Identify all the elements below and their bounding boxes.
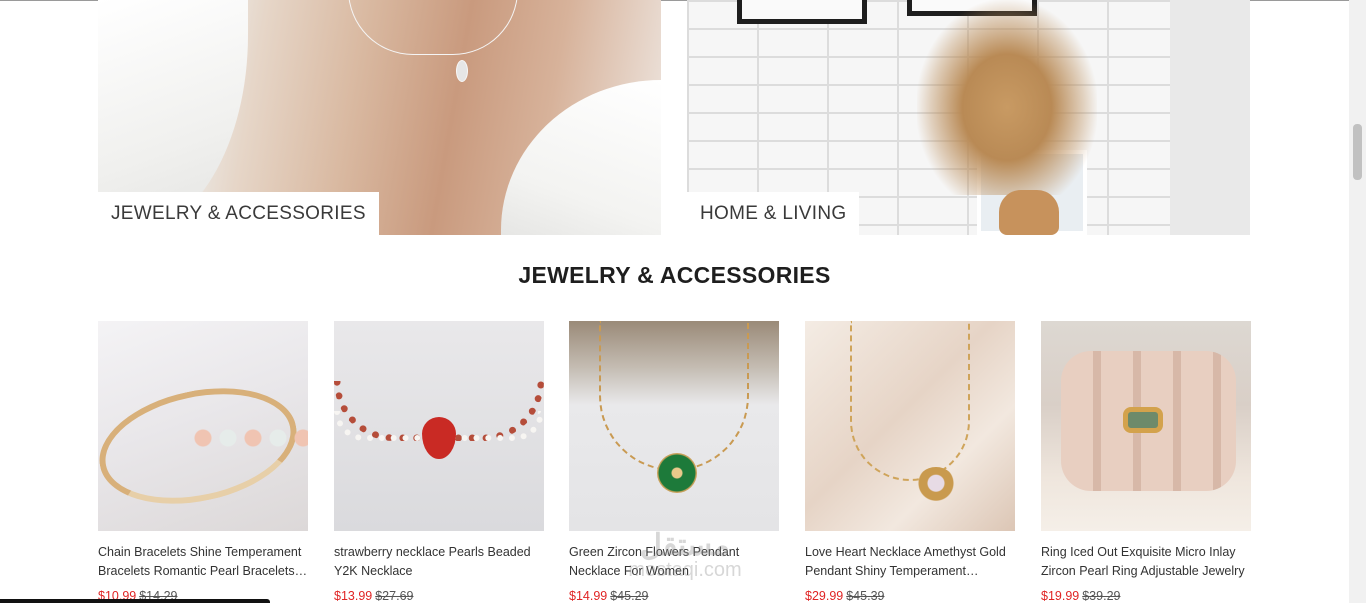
product-image[interactable] bbox=[334, 321, 544, 531]
product-price: $14.99 bbox=[569, 589, 608, 603]
flower-pendant-image bbox=[657, 453, 697, 493]
product-price: $19.99 bbox=[1041, 589, 1080, 603]
product-prices: $14.99 $45.29 bbox=[569, 588, 779, 603]
product-title[interactable]: strawberry necklace Pearls Beaded Y2K Ne… bbox=[334, 543, 544, 581]
heart-pendant-image bbox=[917, 467, 955, 503]
banner-image-wall bbox=[1170, 0, 1250, 235]
product-card[interactable]: Love Heart Necklace Amethyst Gold Pendan… bbox=[805, 321, 1015, 603]
banner-image-dried-grass bbox=[917, 0, 1097, 195]
watermark-url: mostaqi.com bbox=[628, 559, 742, 581]
page-scrollbar[interactable] bbox=[1349, 0, 1366, 603]
product-image[interactable] bbox=[805, 321, 1015, 531]
product-old-price: $27.69 bbox=[375, 589, 414, 603]
watermark-logo: مستقل bbox=[640, 529, 730, 562]
ring-image bbox=[1123, 407, 1163, 433]
product-image[interactable] bbox=[569, 321, 779, 531]
banner-image-vase bbox=[999, 190, 1059, 235]
category-banner-jewelry[interactable]: JEWELRY & ACCESSORIES bbox=[98, 0, 661, 235]
product-prices: $13.99 $27.69 bbox=[334, 588, 544, 603]
product-image[interactable] bbox=[1041, 321, 1251, 531]
product-title[interactable]: Love Heart Necklace Amethyst Gold Pendan… bbox=[805, 543, 1015, 581]
banner-image-frame bbox=[737, 0, 867, 24]
banner-image-shirt-right bbox=[501, 80, 661, 235]
product-prices: $19.99 $39.29 bbox=[1041, 588, 1251, 603]
product-title[interactable]: Chain Bracelets Shine Temperament Bracel… bbox=[98, 543, 308, 581]
watermark: مستقل mostaqi.com bbox=[600, 528, 770, 582]
necklace-chain-image bbox=[599, 321, 749, 471]
product-card[interactable]: Ring Iced Out Exquisite Micro Inlay Zirc… bbox=[1041, 321, 1251, 603]
product-price: $29.99 bbox=[805, 589, 844, 603]
product-old-price: $39.29 bbox=[1082, 589, 1121, 603]
scrollbar-thumb[interactable] bbox=[1353, 124, 1362, 180]
pearl-beads-image bbox=[193, 421, 308, 455]
strawberry-charm-image bbox=[422, 417, 456, 459]
product-prices: $29.99 $45.39 bbox=[805, 588, 1015, 603]
category-label-jewelry[interactable]: JEWELRY & ACCESSORIES bbox=[98, 192, 379, 235]
product-card[interactable]: strawberry necklace Pearls Beaded Y2K Ne… bbox=[334, 321, 544, 603]
category-label-home-living[interactable]: HOME & LIVING bbox=[687, 192, 860, 235]
necklace-chain-image bbox=[850, 321, 970, 481]
product-title[interactable]: Ring Iced Out Exquisite Micro Inlay Zirc… bbox=[1041, 543, 1251, 581]
banner-image-pendant bbox=[456, 60, 468, 82]
category-banner-home-living[interactable]: HOME & LIVING bbox=[687, 0, 1250, 235]
product-old-price: $45.39 bbox=[846, 589, 885, 603]
product-image[interactable] bbox=[98, 321, 308, 531]
section-title: JEWELRY & ACCESSORIES bbox=[518, 262, 831, 288]
product-price: $13.99 bbox=[334, 589, 373, 603]
product-card[interactable]: Chain Bracelets Shine Temperament Bracel… bbox=[98, 321, 308, 603]
banner-image-necklace-chain bbox=[348, 0, 518, 55]
bottom-overlay-bar bbox=[0, 599, 270, 603]
product-old-price: $45.29 bbox=[610, 589, 649, 603]
